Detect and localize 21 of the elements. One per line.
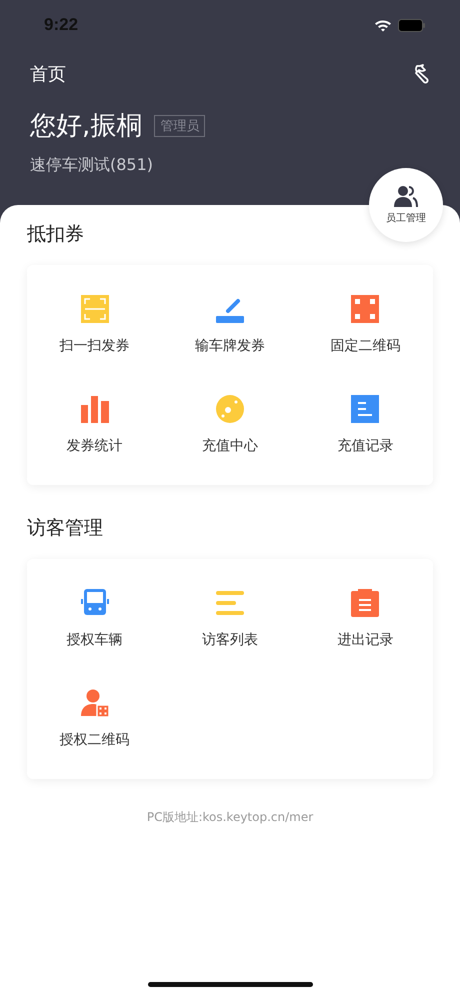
menu-item[interactable]: 充值记录 <box>298 375 433 475</box>
company-name: 速停车测试(851) <box>30 155 154 176</box>
menu-item[interactable]: 发券统计 <box>27 375 162 475</box>
greeting: 您好,振桐 <box>30 110 142 143</box>
pc-address: PC版地址:kos.keytop.cn/mer <box>146 809 314 826</box>
page-title: 首页 <box>30 63 66 86</box>
menu-item[interactable]: 授权二维码 <box>27 669 162 769</box>
wifi-icon <box>374 18 392 32</box>
menu-item[interactable]: 输车牌发券 <box>162 275 298 375</box>
menu-item[interactable]: 进出记录 <box>298 569 433 669</box>
role-badge: 管理员 <box>154 114 206 136</box>
menu-item[interactable]: 授权车辆 <box>27 569 162 669</box>
menu-item[interactable]: 访客列表 <box>162 569 298 669</box>
battery-icon <box>398 18 426 32</box>
section-title: 访客管理 <box>27 516 104 541</box>
menu-item[interactable]: 固定二维码 <box>298 275 433 375</box>
menu-item[interactable]: 充值中心 <box>162 375 298 475</box>
status-time: 9:22 <box>44 15 78 35</box>
people-icon <box>394 185 418 207</box>
menu-item[interactable]: 扫一扫发券 <box>27 275 162 375</box>
section-title: 抵扣券 <box>27 222 85 247</box>
